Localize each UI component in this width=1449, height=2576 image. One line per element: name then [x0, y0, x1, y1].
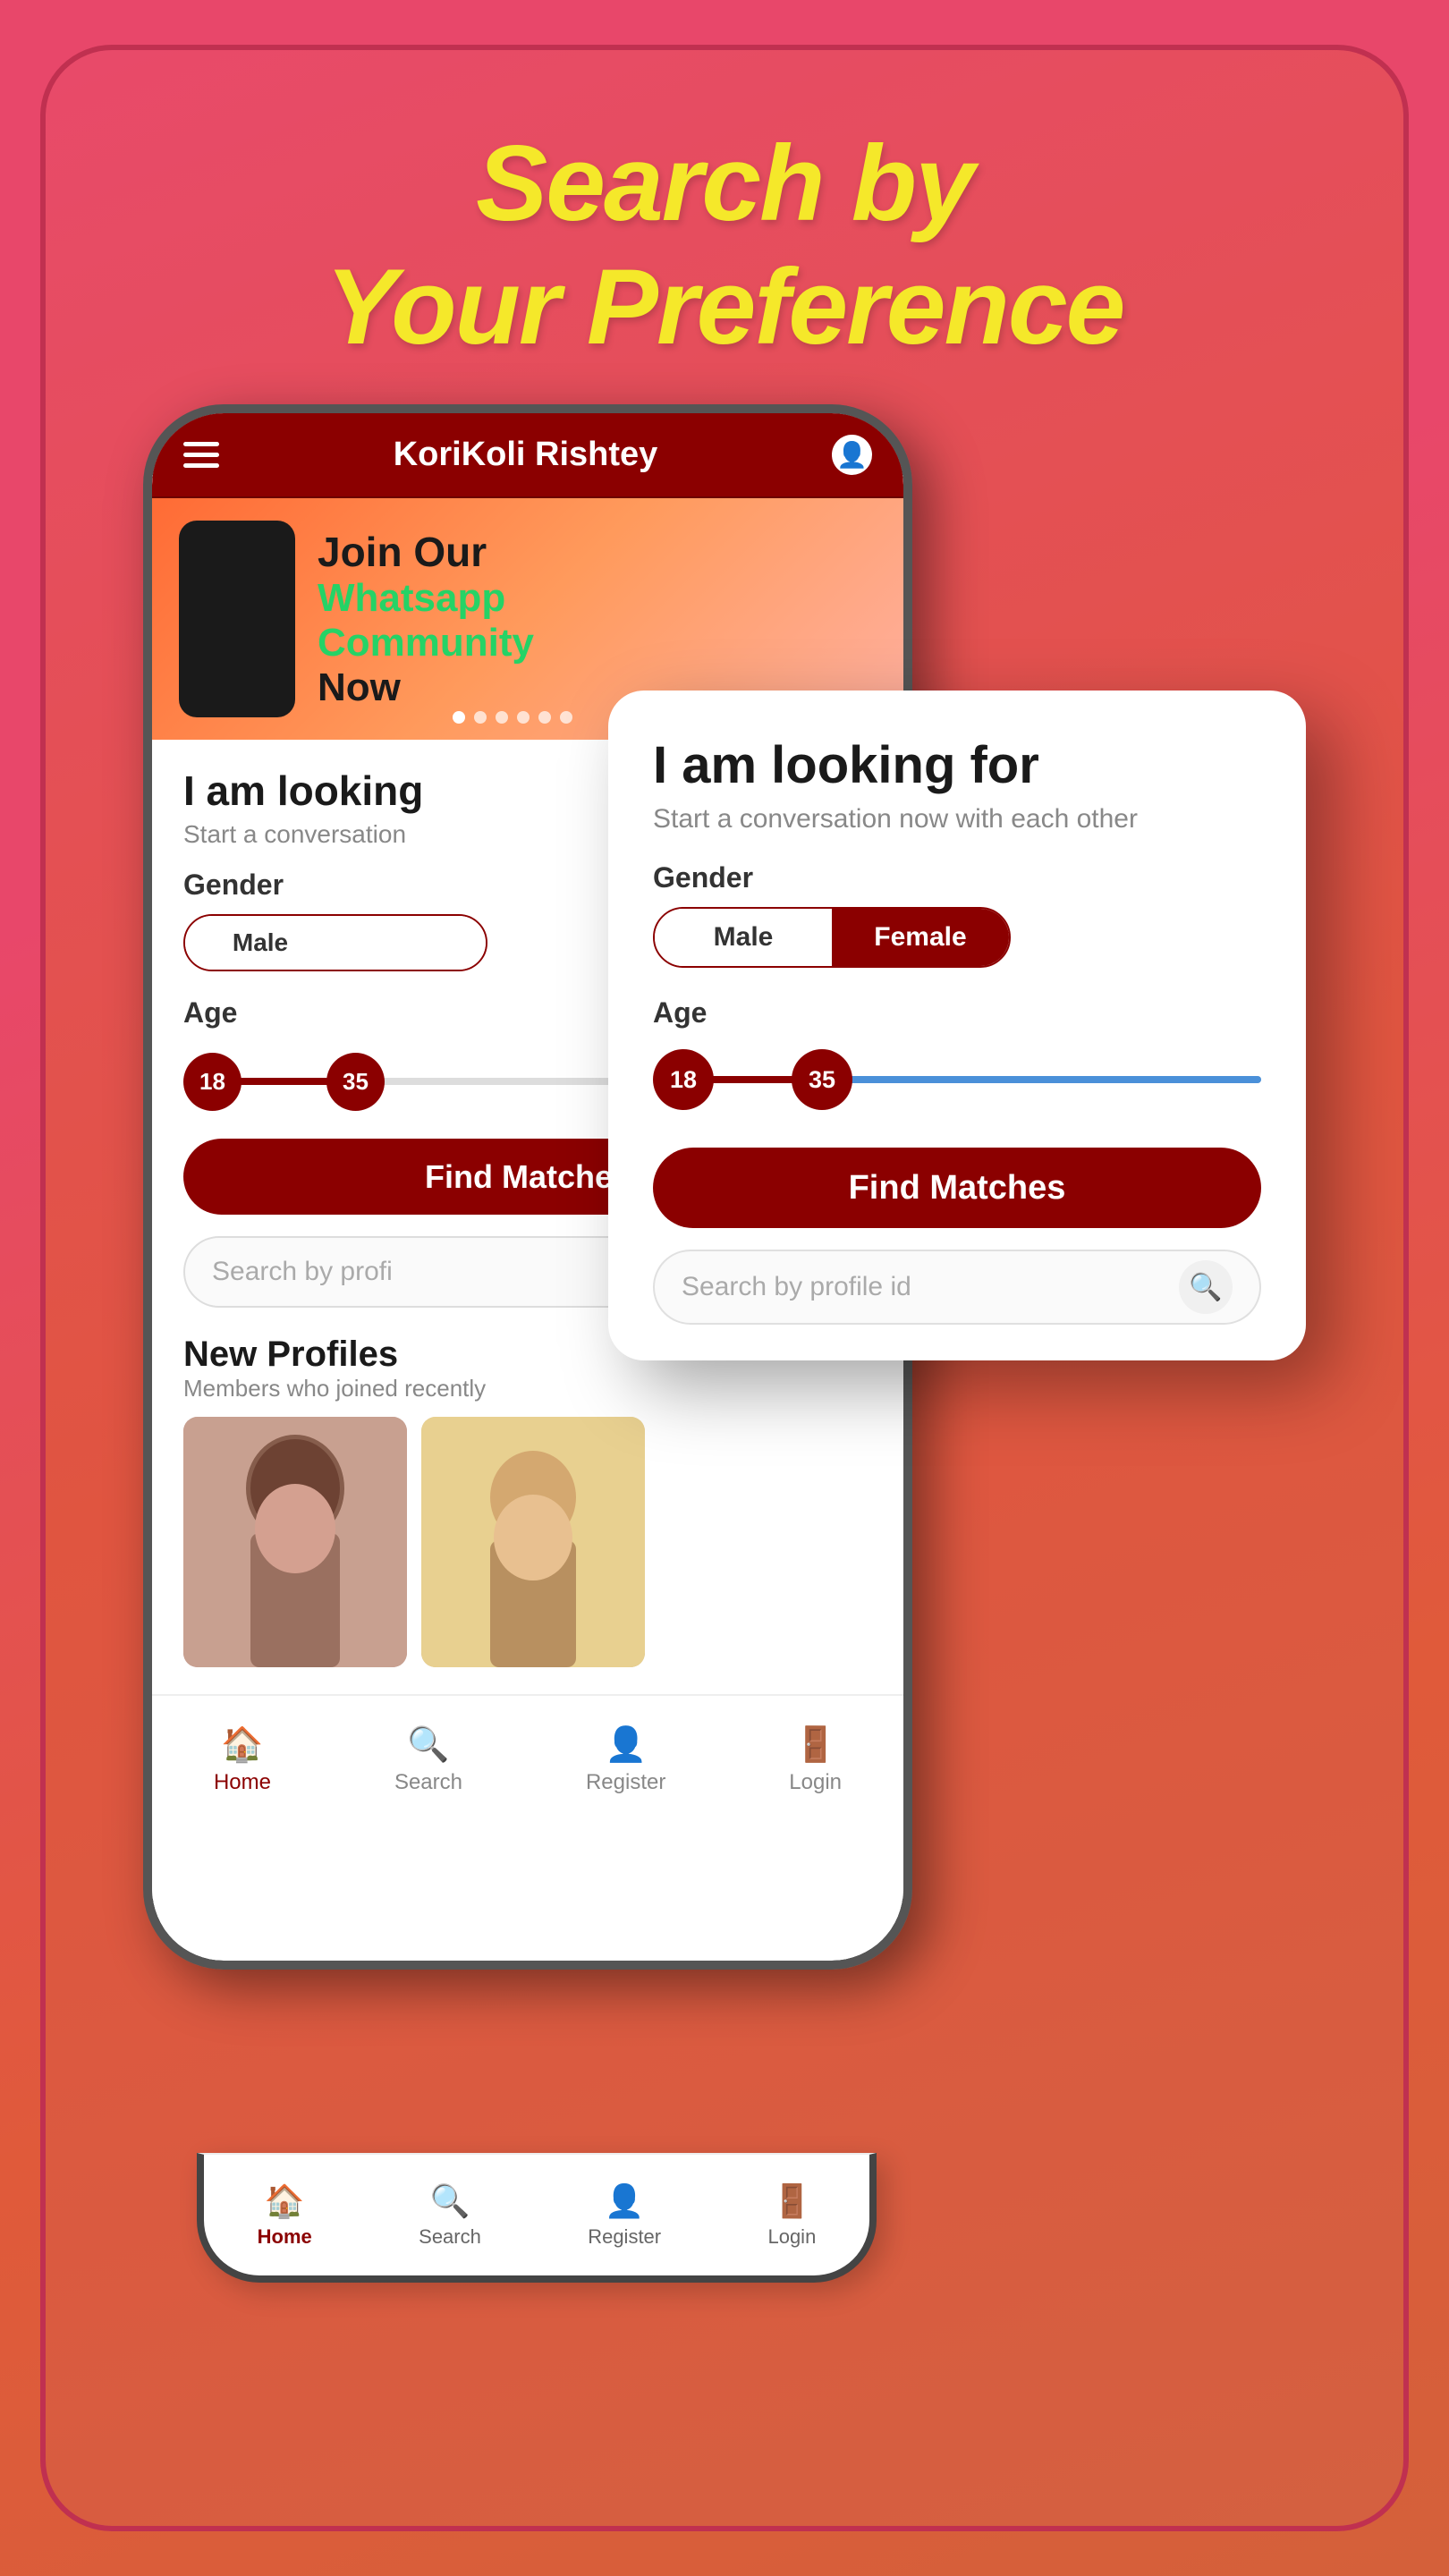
popup-age-max-bubble: 35: [792, 1049, 852, 1110]
nav-search-front[interactable]: 🔍 Search: [419, 2182, 481, 2249]
search-placeholder-back: Search by profi: [212, 1257, 393, 1287]
title-line1: Search by: [476, 123, 973, 243]
profile-image-boy[interactable]: [421, 1417, 645, 1667]
bottom-nav-back: 🏠 Home 🔍 Search 👤 Register 🚪 Login: [152, 1694, 903, 1824]
banner-join-text: Join Our: [318, 528, 903, 576]
profile-image-girl[interactable]: [183, 1417, 407, 1667]
popup-sub: Start a conversation now with each other: [653, 804, 1261, 835]
popup-search-placeholder: Search by profile id: [682, 1272, 911, 1302]
login-icon-back: 🚪: [794, 1725, 836, 1765]
dot-3: [496, 711, 508, 724]
search-icon-back: 🔍: [407, 1725, 449, 1765]
nav-home-front[interactable]: 🏠 Home: [258, 2182, 312, 2249]
gender-female-btn-back[interactable]: [335, 916, 486, 970]
outer-card: Search by Your Preference KoriKoli Risht…: [40, 45, 1409, 2531]
popup-card: I am looking for Start a conversation no…: [608, 691, 1306, 1360]
login-icon-front: 🚪: [772, 2182, 812, 2220]
home-icon-back: 🏠: [221, 1725, 263, 1765]
age-min-bubble-back: 18: [183, 1053, 242, 1111]
search-icon[interactable]: 🔍: [1179, 1260, 1233, 1314]
search-icon-front: 🔍: [430, 2182, 470, 2220]
popup-age-track: [683, 1076, 1261, 1083]
search-label-back: Search: [394, 1770, 462, 1795]
dot-1: [453, 711, 465, 724]
dot-5: [538, 711, 551, 724]
register-icon-front: 👤: [605, 2182, 645, 2220]
phones-container: KoriKoli Rishtey 👤 Join Our Whatsapp Com…: [143, 404, 1306, 2283]
search-label-front: Search: [419, 2225, 481, 2249]
home-label-front: Home: [258, 2225, 312, 2249]
gender-male-btn-back[interactable]: Male: [185, 916, 335, 970]
login-label-back: Login: [789, 1770, 842, 1795]
nav-register-back[interactable]: 👤 Register: [586, 1725, 665, 1795]
dot-4: [517, 711, 530, 724]
profile-icon[interactable]: 👤: [832, 435, 872, 475]
age-max-bubble-back: 35: [326, 1053, 385, 1111]
banner-whatsapp-text: Whatsapp Community: [318, 576, 903, 665]
popup-title: I am looking for: [653, 735, 1261, 795]
app-title-back: KoriKoli Rishtey: [394, 436, 658, 474]
nav-login-front[interactable]: 🚪 Login: [767, 2182, 816, 2249]
popup-age-min-bubble: 18: [653, 1049, 714, 1110]
bottom-nav-front: 🏠 Home 🔍 Search 👤 Register 🚪 Login: [197, 2153, 877, 2283]
new-profiles-section: New Profiles Members who joined recently: [183, 1335, 872, 1667]
popup-age-slider[interactable]: 18 35: [653, 1044, 1261, 1115]
banner-phone-thumb: [179, 521, 295, 717]
new-profiles-sub: Members who joined recently: [183, 1375, 872, 1402]
home-label-back: Home: [214, 1770, 271, 1795]
banner-text: Join Our Whatsapp Community Now: [318, 528, 903, 710]
hamburger-menu-icon[interactable]: [183, 442, 219, 468]
popup-gender-male-btn[interactable]: Male: [655, 909, 832, 966]
home-icon-front: 🏠: [265, 2182, 305, 2220]
nav-home-back[interactable]: 🏠 Home: [214, 1725, 271, 1795]
banner-dots: [453, 711, 572, 724]
nav-login-back[interactable]: 🚪 Login: [789, 1725, 842, 1795]
popup-age-track-blue: [835, 1076, 1261, 1083]
page-title: Search by Your Preference: [326, 122, 1124, 369]
title-line2: Your Preference: [326, 247, 1124, 367]
gender-toggle-back: Male: [183, 914, 487, 971]
profile-images: [183, 1417, 872, 1667]
login-label-front: Login: [767, 2225, 816, 2249]
nav-search-back[interactable]: 🔍 Search: [394, 1725, 462, 1795]
register-label-back: Register: [586, 1770, 665, 1795]
app-header-back: KoriKoli Rishtey 👤: [152, 413, 903, 498]
register-icon-back: 👤: [605, 1725, 647, 1765]
dot-6: [560, 711, 572, 724]
popup-find-matches-btn[interactable]: Find Matches: [653, 1148, 1261, 1228]
nav-register-front[interactable]: 👤 Register: [588, 2182, 661, 2249]
register-label-front: Register: [588, 2225, 661, 2249]
popup-gender-label: Gender: [653, 861, 1261, 894]
popup-gender-female-btn[interactable]: Female: [832, 909, 1009, 966]
popup-search-input[interactable]: Search by profile id 🔍: [653, 1250, 1261, 1325]
popup-gender-toggle: Male Female: [653, 907, 1011, 968]
popup-age-label: Age: [653, 996, 1261, 1030]
dot-2: [474, 711, 487, 724]
